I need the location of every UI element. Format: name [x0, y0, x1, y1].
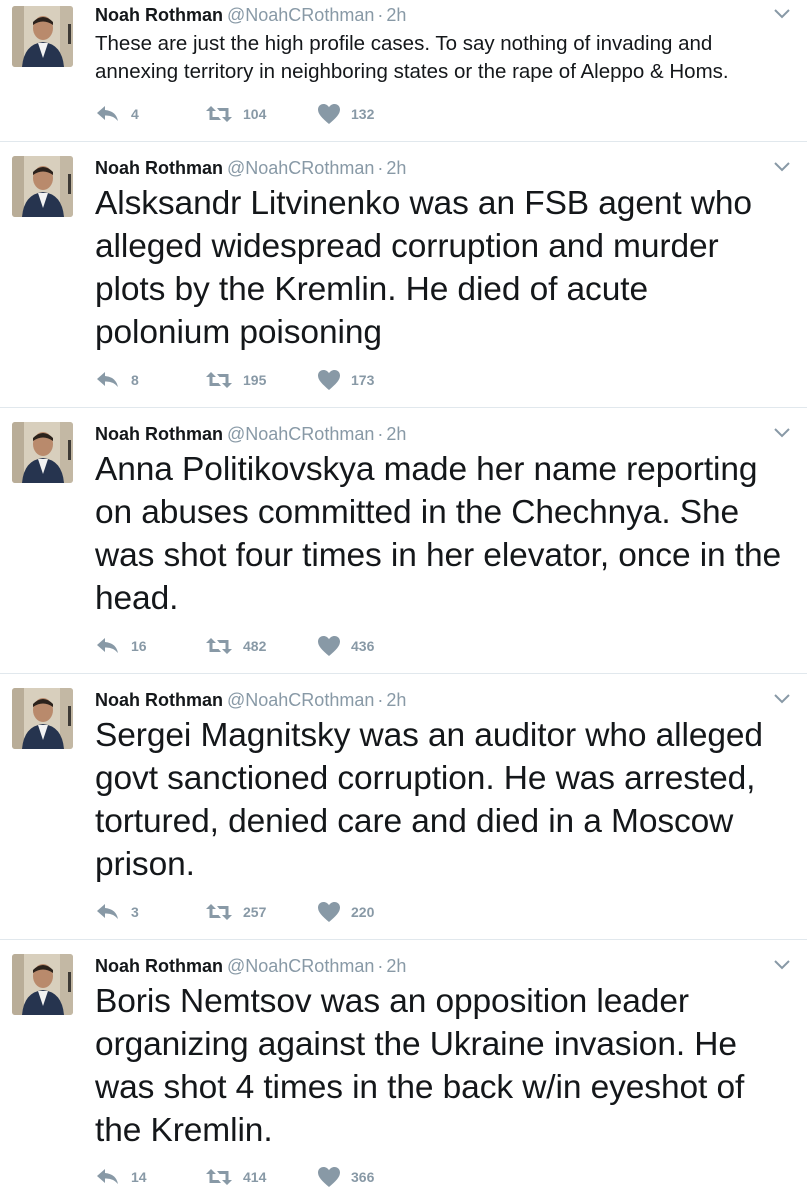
retweet-icon	[206, 904, 232, 920]
reply-icon	[97, 106, 118, 121]
avatar-image	[12, 156, 73, 217]
retweet-button[interactable]: 414	[205, 1166, 266, 1188]
tweet-header: Noah Rothman @NoahCRothman · 2h	[95, 423, 406, 445]
retweet-icon	[206, 106, 232, 122]
retweet-button[interactable]: 195	[205, 369, 266, 391]
chevron-down-icon[interactable]	[773, 159, 791, 173]
heart-icon	[318, 370, 340, 390]
tweet-text: These are just the high profile cases. T…	[95, 32, 729, 83]
retweet-count: 257	[243, 904, 267, 920]
tweet-header: Noah Rothman @NoahCRothman · 2h	[95, 157, 406, 179]
tweet-header: Noah Rothman @NoahCRothman · 2h	[95, 955, 406, 977]
reply-icon	[97, 904, 118, 919]
tweet[interactable]: Noah Rothman @NoahCRothman · 2h Alsksandr L…	[0, 142, 807, 408]
tweet-header: Noah Rothman @NoahCRothman · 2h	[95, 4, 406, 26]
heart-icon	[318, 902, 340, 922]
tweet-text: Boris Nemtsov was an opposition leader o…	[95, 983, 745, 1149]
tweet[interactable]: Noah Rothman @NoahCRothman · 2h These are j…	[0, 0, 807, 142]
tweet[interactable]: Noah Rothman @NoahCRothman · 2h Sergei Magn…	[0, 674, 807, 940]
timestamp[interactable]: 2h	[386, 5, 406, 25]
retweet-button[interactable]: 257	[205, 901, 266, 923]
reply-button[interactable]: 14	[95, 1166, 147, 1188]
avatar[interactable]	[12, 422, 73, 483]
retweet-count: 104	[243, 106, 267, 122]
tweet-header: Noah Rothman @NoahCRothman · 2h	[95, 689, 406, 711]
chevron-down-icon[interactable]	[773, 6, 791, 20]
tweet-text: Sergei Magnitsky was an auditor who alle…	[95, 717, 763, 883]
reply-icon	[97, 1169, 118, 1184]
reply-button[interactable]: 16	[95, 635, 147, 657]
author-handle[interactable]: @NoahCRothman	[227, 5, 374, 25]
avatar-image	[12, 422, 73, 483]
like-count: 366	[351, 1169, 375, 1185]
avatar[interactable]	[12, 156, 73, 217]
like-button[interactable]: 132	[317, 103, 374, 125]
avatar-image	[12, 688, 73, 749]
retweet-count: 482	[243, 638, 267, 654]
avatar-image	[12, 954, 73, 1015]
reply-icon	[97, 372, 118, 387]
author-name[interactable]: Noah Rothman	[95, 424, 223, 444]
timestamp[interactable]: 2h	[386, 158, 406, 178]
reply-icon	[97, 638, 118, 653]
retweet-icon	[206, 1169, 232, 1185]
tweet-text: Alsksandr Litvinenko was an FSB agent wh…	[95, 185, 752, 351]
author-handle[interactable]: @NoahCRothman	[227, 956, 374, 976]
timestamp[interactable]: 2h	[386, 690, 406, 710]
like-button[interactable]: 436	[317, 635, 374, 657]
like-button[interactable]: 220	[317, 901, 374, 923]
reply-count: 4	[131, 106, 139, 122]
reply-count: 14	[131, 1169, 147, 1185]
author-name[interactable]: Noah Rothman	[95, 5, 223, 25]
avatar-image	[12, 6, 73, 67]
chevron-down-icon[interactable]	[773, 425, 791, 439]
separator: ·	[377, 690, 384, 710]
retweet-icon	[206, 638, 232, 654]
retweet-count: 414	[243, 1169, 267, 1185]
separator: ·	[377, 158, 384, 178]
heart-icon	[318, 104, 340, 124]
avatar[interactable]	[12, 6, 73, 67]
separator: ·	[377, 424, 384, 444]
reply-button[interactable]: 8	[95, 369, 139, 391]
like-count: 173	[351, 372, 375, 388]
chevron-down-icon[interactable]	[773, 691, 791, 705]
author-handle[interactable]: @NoahCRothman	[227, 424, 374, 444]
chevron-down-icon[interactable]	[773, 957, 791, 971]
like-button[interactable]: 366	[317, 1166, 374, 1188]
tweet-text: Anna Politikovskya made her name reporti…	[95, 451, 782, 617]
reply-count: 8	[131, 372, 139, 388]
author-name[interactable]: Noah Rothman	[95, 690, 223, 710]
timestamp[interactable]: 2h	[386, 424, 406, 444]
author-name[interactable]: Noah Rothman	[95, 956, 223, 976]
retweet-icon	[206, 372, 232, 388]
author-handle[interactable]: @NoahCRothman	[227, 158, 374, 178]
separator: ·	[377, 5, 384, 25]
reply-count: 16	[131, 638, 147, 654]
like-button[interactable]: 173	[317, 369, 374, 391]
tweet[interactable]: Noah Rothman @NoahCRothman · 2h Anna Politi…	[0, 408, 807, 674]
reply-button[interactable]: 3	[95, 901, 139, 923]
like-count: 436	[351, 638, 375, 654]
tweet-timeline: Noah Rothman @NoahCRothman · 2h These are j…	[0, 0, 807, 1200]
avatar[interactable]	[12, 688, 73, 749]
retweet-button[interactable]: 104	[205, 103, 266, 125]
author-name[interactable]: Noah Rothman	[95, 158, 223, 178]
tweet[interactable]: Noah Rothman @NoahCRothman · 2h Boris Nemts…	[0, 940, 807, 1200]
separator: ·	[377, 956, 384, 976]
reply-count: 3	[131, 904, 139, 920]
like-count: 220	[351, 904, 375, 920]
reply-button[interactable]: 4	[95, 103, 139, 125]
retweet-button[interactable]: 482	[205, 635, 266, 657]
heart-icon	[318, 1167, 340, 1187]
retweet-count: 195	[243, 372, 267, 388]
heart-icon	[318, 636, 340, 656]
author-handle[interactable]: @NoahCRothman	[227, 690, 374, 710]
like-count: 132	[351, 106, 375, 122]
timestamp[interactable]: 2h	[386, 956, 406, 976]
avatar[interactable]	[12, 954, 73, 1015]
